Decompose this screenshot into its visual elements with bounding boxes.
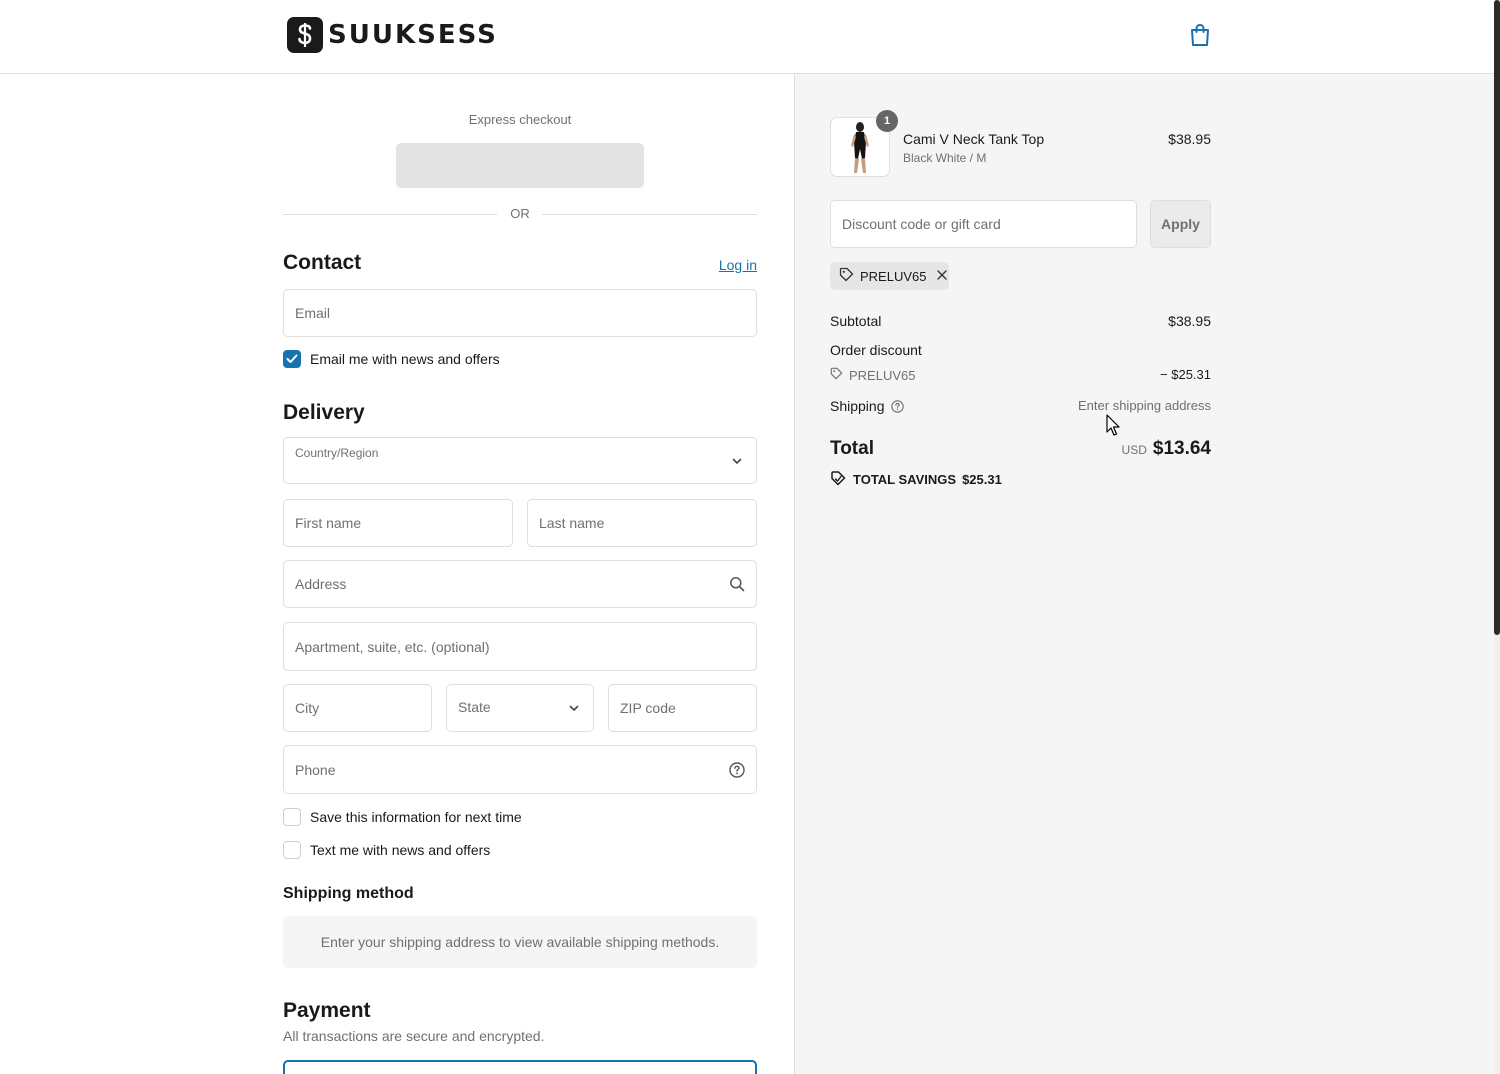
- address-placeholder: Address: [295, 576, 347, 592]
- page-scrollbar-thumb[interactable]: [1494, 0, 1500, 635]
- text-offers-label: Text me with news and offers: [310, 842, 491, 858]
- apartment-placeholder: Apartment, suite, etc. (optional): [295, 638, 490, 655]
- order-discount-code: PRELUV65: [849, 367, 916, 383]
- express-checkout-label: Express checkout: [468, 112, 572, 127]
- phone-field[interactable]: Phone: [283, 745, 757, 794]
- apartment-field[interactable]: Apartment, suite, etc. (optional): [283, 622, 757, 671]
- product-price: $38.95: [1168, 131, 1211, 147]
- newsletter-label: Email me with news and offers: [310, 351, 500, 367]
- order-discount-label: Order discount: [830, 342, 922, 358]
- zip-code-placeholder: ZIP code: [620, 700, 676, 716]
- country-select[interactable]: Country/Region: [283, 437, 757, 484]
- total-savings-value: $25.31: [962, 472, 1002, 487]
- subtotal-label: Subtotal: [830, 313, 882, 329]
- mouse-cursor-icon: [1106, 414, 1122, 438]
- delivery-heading: Delivery: [283, 401, 365, 424]
- text-offers-checkbox[interactable]: [283, 841, 301, 859]
- phone-placeholder: Phone: [295, 761, 336, 778]
- newsletter-checkbox[interactable]: [283, 350, 301, 368]
- subtotal-value: $38.95: [1168, 313, 1211, 329]
- shipping-row: Shipping: [830, 398, 904, 414]
- express-checkout-button[interactable]: [396, 143, 644, 188]
- or-divider: OR: [283, 206, 757, 222]
- last-name-placeholder: Last name: [539, 515, 605, 531]
- save-info-checkbox[interactable]: [283, 808, 301, 826]
- header: SUUKSESS: [0, 0, 1494, 74]
- brand-name: SUUKSESS: [328, 20, 498, 50]
- login-link[interactable]: Log in: [700, 257, 757, 273]
- apply-discount-button[interactable]: Apply: [1150, 200, 1211, 248]
- applied-discount-chip: PRELUV65: [830, 262, 949, 290]
- total-label: Total: [830, 438, 874, 459]
- payment-method-box[interactable]: [283, 1060, 757, 1074]
- shipping-method-notice: Enter your shipping address to view avai…: [283, 916, 757, 968]
- quantity-badge: 1: [876, 110, 898, 132]
- total-savings-label: TOTAL SAVINGS: [853, 472, 957, 487]
- chevron-down-icon: [566, 700, 582, 716]
- help-circle-icon[interactable]: [729, 761, 745, 778]
- save-info-label: Save this information for next time: [310, 809, 522, 825]
- total-savings-row: TOTAL SAVINGS $25.31: [830, 470, 1002, 489]
- payment-heading: Payment: [283, 999, 371, 1022]
- shipping-method-heading: Shipping method: [283, 885, 414, 902]
- shipping-value: Enter shipping address: [1078, 398, 1211, 413]
- savings-tag-icon: [830, 470, 846, 489]
- total-value-row: USD $13.64: [1000, 438, 1211, 460]
- newsletter-row[interactable]: Email me with news and offers: [283, 350, 500, 368]
- city-placeholder: City: [295, 700, 320, 716]
- email-placeholder: Email: [295, 305, 331, 321]
- payment-subtext: All transactions are secure and encrypte…: [283, 1028, 545, 1044]
- discount-code-placeholder: Discount code or gift card: [842, 216, 1001, 232]
- city-field[interactable]: City: [283, 684, 432, 732]
- last-name-field[interactable]: Last name: [527, 499, 757, 547]
- s-dollar-logo-icon: [287, 17, 323, 53]
- order-discount-value: − $25.31: [1160, 367, 1211, 382]
- tag-icon: [830, 367, 843, 383]
- total-currency: USD: [1121, 443, 1147, 457]
- discount-code-input[interactable]: Discount code or gift card: [830, 200, 1137, 248]
- zip-code-field[interactable]: ZIP code: [608, 684, 757, 732]
- shipping-label: Shipping: [830, 398, 885, 414]
- country-label: Country/Region: [295, 446, 379, 460]
- total-amount: $13.64: [1152, 438, 1211, 459]
- product-name: Cami V Neck Tank Top: [903, 131, 1045, 147]
- contact-heading: Contact: [283, 251, 362, 274]
- tag-icon: [839, 267, 854, 285]
- search-icon: [729, 576, 745, 592]
- applied-discount-code: PRELUV65: [860, 268, 927, 284]
- save-info-row[interactable]: Save this information for next time: [283, 808, 522, 826]
- first-name-field[interactable]: First name: [283, 499, 513, 547]
- first-name-placeholder: First name: [295, 515, 362, 531]
- address-field[interactable]: Address: [283, 560, 757, 608]
- state-select[interactable]: State: [446, 684, 594, 732]
- email-field[interactable]: Email: [283, 289, 757, 337]
- chevron-down-icon: [729, 453, 745, 469]
- order-discount-code-row: PRELUV65: [830, 367, 915, 383]
- help-circle-icon[interactable]: [890, 399, 904, 413]
- brand-logo[interactable]: SUUKSESS: [287, 17, 498, 53]
- shopping-bag-icon[interactable]: [1188, 22, 1212, 48]
- text-offers-row[interactable]: Text me with news and offers: [283, 841, 490, 859]
- checkmark-icon: [286, 354, 298, 363]
- product-variant: Black White / M: [903, 151, 987, 165]
- state-placeholder: State: [458, 699, 491, 715]
- divider-line-right: [542, 214, 757, 215]
- close-icon[interactable]: [936, 269, 948, 284]
